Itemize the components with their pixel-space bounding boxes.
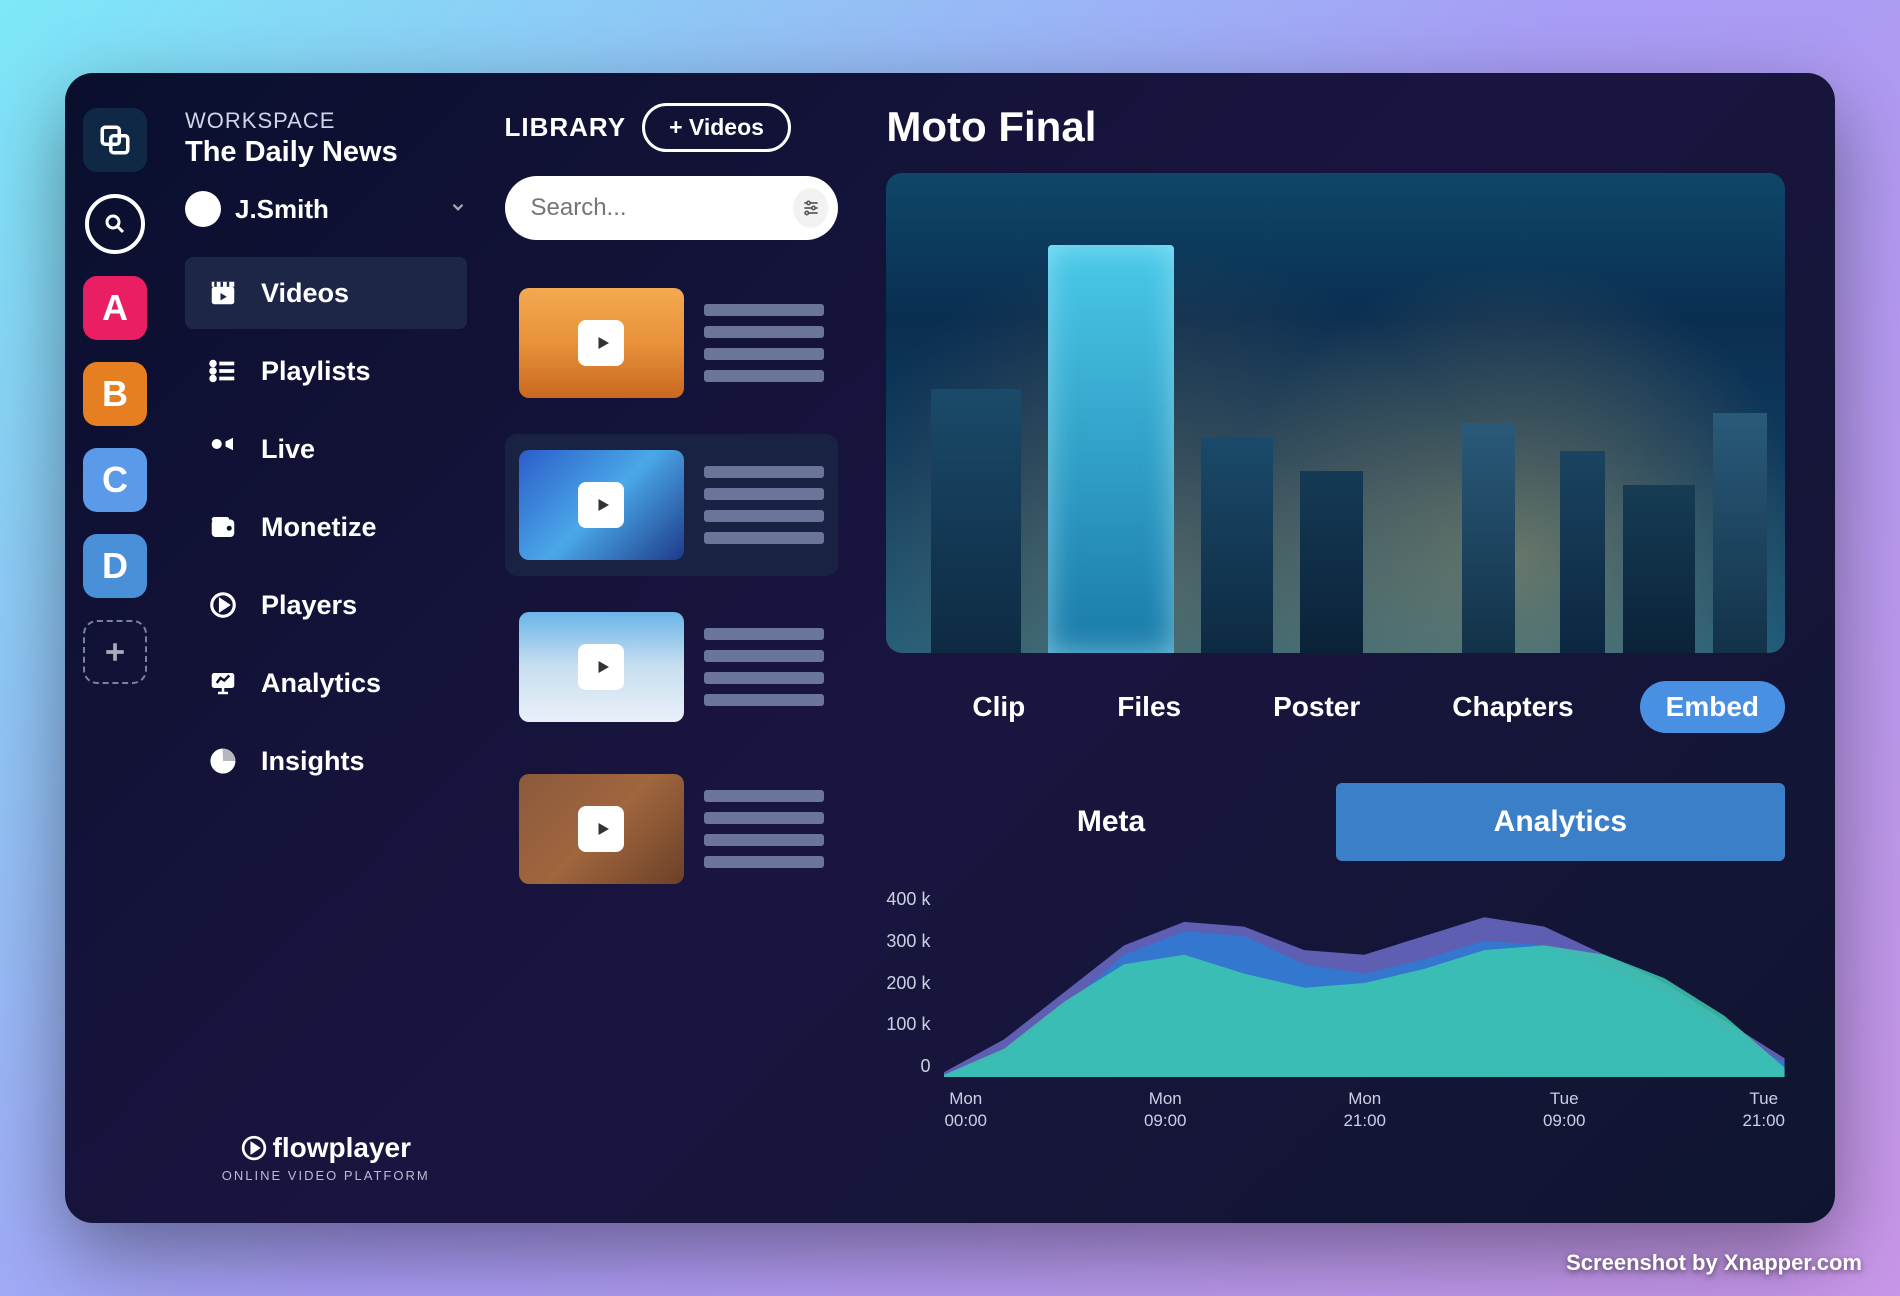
add-videos-button[interactable]: + Videos <box>642 103 791 152</box>
user-name: J.Smith <box>235 194 435 225</box>
list-icon <box>207 355 239 387</box>
nav-players[interactable]: Players <box>185 569 467 641</box>
nav-insights[interactable]: Insights <box>185 725 467 797</box>
detail-tabs: Meta Analytics <box>886 783 1785 861</box>
main-content: Moto Final Clip Files Poster Chapters Em… <box>856 73 1835 1223</box>
primary-nav: Videos Playlists Live Monetize <box>185 257 467 797</box>
library-panel: LIBRARY + Videos <box>487 73 857 1223</box>
play-icon <box>578 644 624 690</box>
nav-label: Players <box>261 590 357 621</box>
search-input[interactable] <box>531 182 794 234</box>
y-tick: 100 k <box>886 1014 930 1035</box>
library-item[interactable] <box>505 758 839 900</box>
library-item[interactable] <box>505 434 839 576</box>
y-tick: 300 k <box>886 931 930 952</box>
global-search-icon[interactable] <box>85 194 145 254</box>
brand-tagline: ONLINE VIDEO PLATFORM <box>185 1168 467 1183</box>
tab-files[interactable]: Files <box>1091 681 1207 733</box>
video-title: Moto Final <box>886 103 1785 151</box>
brand-footer: flowplayer ONLINE VIDEO PLATFORM <box>185 1132 467 1193</box>
tab-embed[interactable]: Embed <box>1640 681 1785 733</box>
x-tick: Mon00:00 <box>944 1088 987 1132</box>
chart-y-axis: 400 k 300 k 200 k 100 k 0 <box>886 889 930 1119</box>
sidebar: WORKSPACE The Daily News J.Smith Videos … <box>165 73 487 1223</box>
chart-body: Mon00:00Mon09:00Mon21:00Tue09:00Tue21:00 <box>944 889 1785 1119</box>
clapperboard-icon <box>207 277 239 309</box>
video-thumbnail <box>519 774 684 884</box>
presentation-icon <box>207 667 239 699</box>
workspace-shortcut-b[interactable]: B <box>83 362 147 426</box>
play-icon <box>578 320 624 366</box>
wallet-icon <box>207 511 239 543</box>
user-menu[interactable]: J.Smith <box>185 191 467 227</box>
y-tick: 400 k <box>886 889 930 910</box>
brand-logo: flowplayer <box>185 1132 467 1164</box>
nav-live[interactable]: Live <box>185 413 467 485</box>
x-tick: Tue21:00 <box>1742 1088 1785 1132</box>
detail-tab-analytics[interactable]: Analytics <box>1336 783 1785 861</box>
app-window: A B C D WORKSPACE The Daily News J.Smith <box>65 73 1835 1223</box>
play-icon <box>578 806 624 852</box>
workspace-title: The Daily News <box>185 136 467 169</box>
tab-clip[interactable]: Clip <box>946 681 1051 733</box>
nav-label: Playlists <box>261 356 371 387</box>
detail-tab-meta[interactable]: Meta <box>886 783 1335 861</box>
video-meta-placeholder <box>704 288 825 398</box>
chart-svg <box>944 889 1785 1077</box>
video-thumbnail <box>519 288 684 398</box>
nav-monetize[interactable]: Monetize <box>185 491 467 563</box>
video-tabs: Clip Files Poster Chapters Embed <box>886 681 1785 733</box>
y-tick: 0 <box>920 1056 930 1077</box>
add-workspace-button[interactable] <box>83 620 147 684</box>
video-preview[interactable] <box>886 173 1785 653</box>
nav-playlists[interactable]: Playlists <box>185 335 467 407</box>
live-icon <box>207 433 239 465</box>
pie-icon <box>207 745 239 777</box>
video-meta-placeholder <box>704 774 825 884</box>
nav-videos[interactable]: Videos <box>185 257 467 329</box>
library-search[interactable] <box>505 176 839 240</box>
video-meta-placeholder <box>704 450 825 560</box>
video-thumbnail <box>519 612 684 722</box>
workspace-shortcut-c[interactable]: C <box>83 448 147 512</box>
chevron-down-icon <box>449 198 467 221</box>
library-title: LIBRARY <box>505 112 627 143</box>
x-tick: Tue09:00 <box>1543 1088 1586 1132</box>
workspace-shortcut-a[interactable]: A <box>83 276 147 340</box>
workspace-switcher-icon[interactable] <box>83 108 147 172</box>
nav-label: Analytics <box>261 668 381 699</box>
workspace-label: WORKSPACE <box>185 108 467 134</box>
video-thumbnail <box>519 450 684 560</box>
chart-x-axis: Mon00:00 Mon09:00 Mon21:00 Tue09:00 Tue21:00 <box>944 1082 1785 1132</box>
library-item[interactable] <box>505 596 839 738</box>
workspace-shortcut-d[interactable]: D <box>83 534 147 598</box>
analytics-chart: 400 k 300 k 200 k 100 k 0 Mon00:00Mon09:… <box>886 889 1785 1119</box>
library-header: LIBRARY + Videos <box>505 103 839 152</box>
library-item[interactable] <box>505 272 839 414</box>
x-tick: Mon09:00 <box>1144 1088 1187 1132</box>
x-tick: Mon21:00 <box>1343 1088 1386 1132</box>
play-icon <box>578 482 624 528</box>
nav-label: Monetize <box>261 512 377 543</box>
tab-poster[interactable]: Poster <box>1247 681 1386 733</box>
nav-label: Live <box>261 434 315 465</box>
tab-chapters[interactable]: Chapters <box>1426 681 1599 733</box>
avatar <box>185 191 221 227</box>
video-meta-placeholder <box>704 612 825 722</box>
filter-icon[interactable] <box>793 188 828 228</box>
play-circle-icon <box>207 589 239 621</box>
nav-label: Videos <box>261 278 349 309</box>
nav-analytics[interactable]: Analytics <box>185 647 467 719</box>
y-tick: 200 k <box>886 973 930 994</box>
nav-label: Insights <box>261 746 365 777</box>
screenshot-watermark: Screenshot by Xnapper.com <box>1566 1250 1862 1276</box>
workspace-rail: A B C D <box>65 73 165 1223</box>
